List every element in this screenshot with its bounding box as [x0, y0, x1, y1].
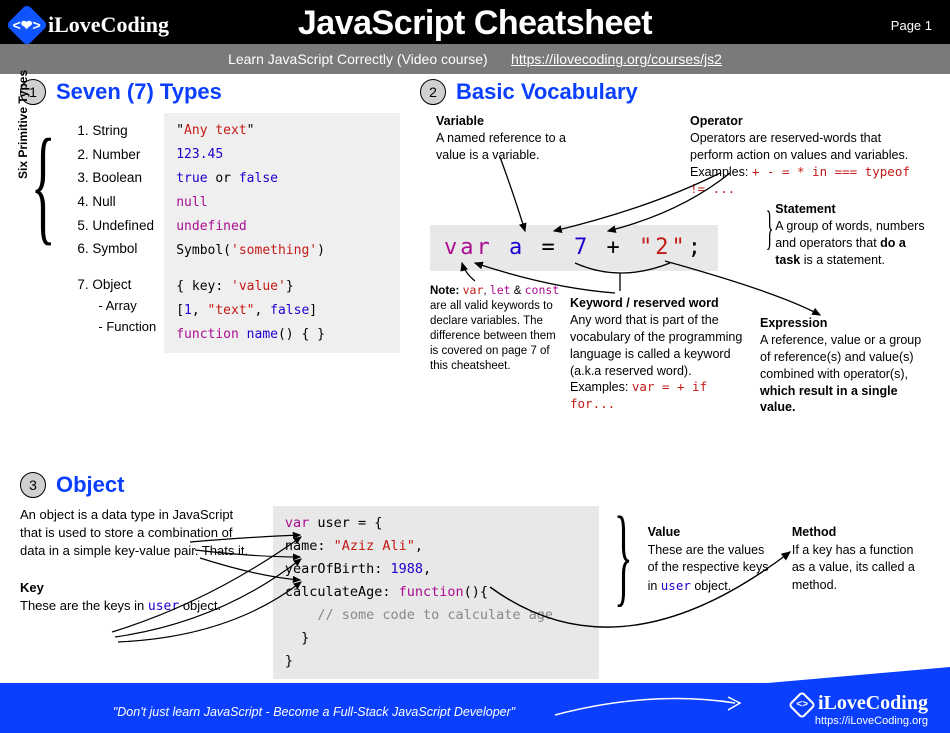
list-item: - Function: [70, 317, 156, 338]
vocab-statement: } Statement A group of words, numbers an…: [760, 201, 930, 269]
vocab-operator: Operator Operators are reserved-words th…: [690, 113, 920, 197]
page-title: JavaScript Cheatsheet: [298, 4, 652, 43]
footer-arrow-icon: [550, 685, 750, 725]
footer-bar: "Don't just learn JavaScript - Become a …: [0, 683, 950, 733]
vocab-variable: Variable A named reference to a value is…: [436, 113, 596, 164]
section-seven-types: 1 Seven (7) Types Six Primitive Types { …: [20, 79, 400, 353]
object-intro: An object is a data type in JavaScript t…: [20, 506, 257, 616]
section-basic-vocabulary: 2 Basic Vocabulary Variable A named refe…: [420, 79, 930, 113]
primitive-types-label: Six Primitive Types: [16, 70, 30, 179]
footer-brand: <>iLoveCoding https://iLoveCoding.org: [792, 692, 928, 727]
vocab-keyword: Keyword / reserved word Any word that is…: [570, 295, 750, 413]
object-key-def: Key These are the keys in user object.: [20, 579, 257, 616]
footer-url: https://iLoveCoding.org: [792, 715, 928, 727]
subheader-bar: Learn JavaScript Correctly (Video course…: [0, 44, 950, 74]
header-bar: <❤> iLoveCoding JavaScript Cheatsheet Pa…: [0, 0, 950, 44]
vocab-note: Note: var, let & const are all valid key…: [430, 283, 560, 374]
footer-quote: "Don't just learn JavaScript - Become a …: [113, 705, 515, 719]
object-value-def: Value These are the values of the respec…: [648, 524, 776, 595]
types-list: String Number Boolean Null Undefined Sym…: [66, 113, 164, 353]
page-number: Page 1: [891, 18, 932, 33]
logo-icon: <>: [788, 691, 816, 719]
list-item: Boolean: [92, 166, 156, 190]
list-item: Undefined: [92, 214, 156, 238]
brand-logo: <❤> iLoveCoding: [12, 10, 169, 40]
list-item: Null: [92, 190, 156, 214]
section-title-2: Basic Vocabulary: [456, 79, 638, 105]
section-title-3: Object: [56, 472, 124, 498]
section-title-1: Seven (7) Types: [56, 79, 222, 105]
vocab-code-example: var a = 7 + "2";: [430, 225, 718, 271]
list-item: Object: [92, 273, 156, 297]
list-item: - Array: [70, 296, 156, 317]
curly-brace-icon: {: [31, 133, 56, 353]
list-item: Number: [92, 143, 156, 167]
brand-name: iLoveCoding: [48, 12, 169, 38]
types-code-examples: "Any text" 123.45 true or false null und…: [164, 113, 400, 353]
section-object: 3 Object An object is a data type in Jav…: [20, 472, 930, 679]
section-number-3: 3: [20, 472, 46, 498]
section-number-2: 2: [420, 79, 446, 105]
curly-brace-icon: }: [614, 522, 632, 588]
list-item: String: [92, 119, 156, 143]
logo-icon: <❤>: [6, 4, 48, 46]
object-code-example: var user = { name: "Aziz Ali", yearOfBir…: [273, 506, 599, 679]
course-link[interactable]: https://ilovecoding.org/courses/js2: [511, 51, 722, 67]
vocab-expression: Expression A reference, value or a group…: [760, 315, 930, 416]
object-method-def: Method If a key has a function as a valu…: [792, 524, 930, 594]
subtitle-text: Learn JavaScript Correctly (Video course…: [228, 51, 488, 67]
list-item: Symbol: [92, 237, 156, 261]
